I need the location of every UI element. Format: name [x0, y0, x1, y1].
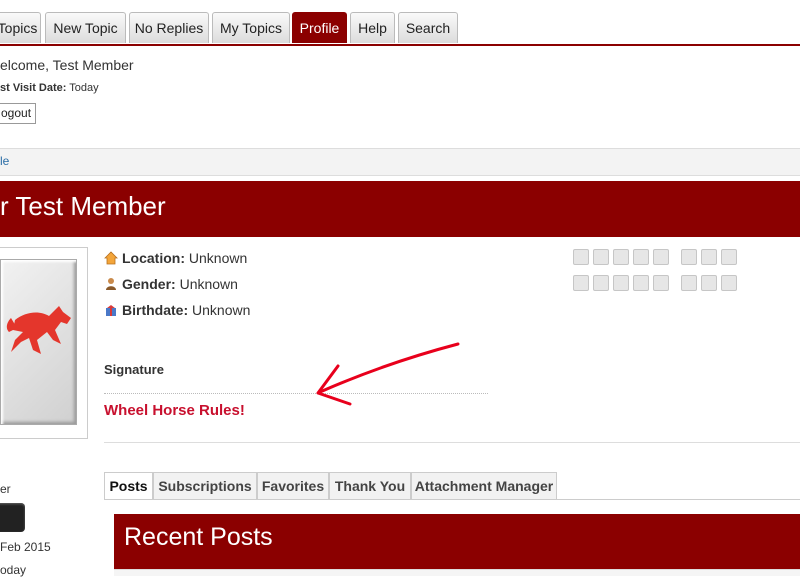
tab-label: My Topics	[220, 20, 282, 36]
flickr-icon[interactable]	[701, 275, 717, 291]
tab-label: Profile	[299, 20, 340, 36]
gift-icon	[106, 305, 116, 316]
aim-icon[interactable]	[593, 275, 609, 291]
welcome-prefix: elcome,	[0, 57, 50, 73]
logout-label: ogout	[1, 106, 32, 120]
friendfeed-icon[interactable]	[701, 249, 717, 265]
tab-label: Search	[405, 20, 451, 36]
section-divider	[104, 442, 800, 443]
welcome-message: elcome, Test Member	[0, 57, 134, 73]
main-nav: Topics New Topic No Replies My Topics Pr…	[0, 12, 800, 46]
signature-label: Signature	[104, 362, 164, 377]
tab-subscriptions[interactable]: Subscriptions	[153, 472, 257, 500]
logout-button[interactable]: ogout	[0, 103, 37, 124]
myspace-icon[interactable]	[613, 249, 629, 265]
member-rank: er	[0, 482, 11, 496]
last-visit-label: st Visit Date:	[0, 82, 67, 94]
breadcrumb: le	[0, 148, 800, 176]
home-icon	[104, 251, 118, 265]
tab-label: Topics	[0, 20, 38, 36]
tab-help[interactable]: Help	[350, 12, 395, 43]
tab-topics[interactable]: Topics	[0, 12, 41, 43]
recent-posts-header: Recent Posts	[114, 514, 800, 569]
recent-posts-title: Recent Posts	[124, 523, 273, 551]
tab-label: No Replies	[134, 20, 204, 36]
twitter-icon[interactable]	[573, 249, 589, 265]
tab-profile[interactable]: Profile	[292, 12, 347, 43]
yahoo-icon[interactable]	[613, 275, 629, 291]
gender-label: Gender:	[122, 276, 176, 292]
tab-posts[interactable]: Posts	[104, 472, 153, 500]
birthdate-value: Unknown	[192, 302, 251, 318]
tab-label: Thank You	[334, 478, 406, 494]
icq-icon[interactable]	[633, 275, 649, 291]
facebook-icon[interactable]	[593, 249, 609, 265]
welcome-username: Test Member	[52, 57, 134, 73]
avatar	[0, 259, 77, 425]
mail-icon[interactable]	[573, 275, 589, 291]
gender-value: Unknown	[179, 276, 238, 292]
tab-label: Subscriptions	[158, 478, 252, 494]
tab-label: Posts	[109, 478, 148, 494]
tab-label: Favorites	[261, 478, 325, 494]
tab-search[interactable]: Search	[398, 12, 458, 43]
linkedin-icon[interactable]	[633, 249, 649, 265]
vk-icon[interactable]	[653, 275, 669, 291]
delicious-icon[interactable]	[681, 249, 697, 265]
horse-logo-icon	[6, 306, 71, 354]
rank-badge	[0, 503, 25, 532]
gender-row: Gender: Unknown	[104, 276, 238, 292]
tab-label: New Topic	[53, 20, 118, 36]
tab-favorites[interactable]: Favorites	[257, 472, 329, 500]
profile-banner: r Test Member	[0, 181, 800, 237]
birthdate-label: Birthdate:	[122, 302, 189, 318]
last-visit-value: Today	[69, 82, 99, 94]
breadcrumb-link[interactable]: le	[0, 154, 9, 168]
location-row: Location: Unknown	[104, 250, 247, 266]
tab-no-replies[interactable]: No Replies	[129, 12, 209, 43]
skype-icon[interactable]	[653, 249, 669, 265]
blogspot-icon[interactable]	[681, 275, 697, 291]
page-title: r Test Member	[0, 191, 166, 221]
tab-label: Attachment Manager	[414, 478, 554, 494]
signature-text: Wheel Horse Rules!	[104, 402, 245, 419]
tab-attachment-manager[interactable]: Attachment Manager	[411, 472, 557, 500]
location-label: Location:	[122, 250, 185, 266]
tab-label: Help	[358, 20, 387, 36]
location-value: Unknown	[188, 250, 248, 266]
bebo-icon[interactable]	[721, 275, 737, 291]
person-icon	[106, 278, 116, 290]
register-date: Feb 2015	[0, 540, 51, 554]
annotation-arrow-icon	[316, 342, 460, 406]
last-visit: st Visit Date: Today	[0, 82, 99, 94]
digg-icon[interactable]	[721, 249, 737, 265]
tab-baseline	[104, 499, 800, 500]
tab-new-topic[interactable]: New Topic	[45, 12, 126, 43]
birthdate-row: Birthdate: Unknown	[104, 302, 250, 318]
tab-my-topics[interactable]: My Topics	[212, 12, 290, 43]
tab-thank-you[interactable]: Thank You	[329, 472, 411, 500]
